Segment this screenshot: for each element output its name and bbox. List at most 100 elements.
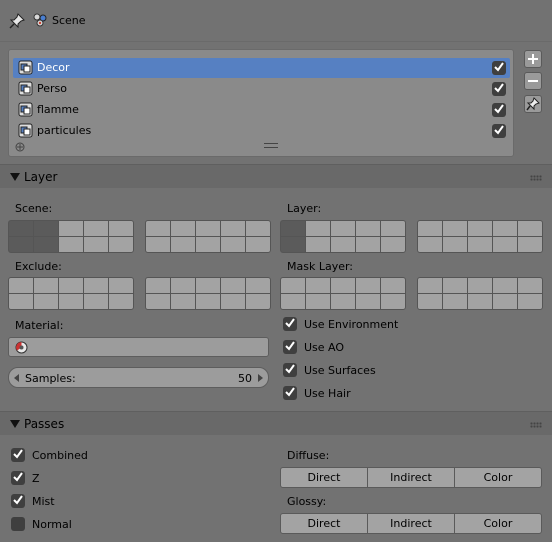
layer-toggle[interactable]: [331, 221, 355, 236]
layer-toggle[interactable]: [84, 221, 108, 236]
layer-toggle[interactable]: [9, 221, 33, 236]
layer-item-particules[interactable]: particules: [13, 121, 510, 141]
layer-toggle[interactable]: [146, 278, 170, 293]
layer-toggle[interactable]: [59, 237, 83, 252]
samples-slider[interactable]: Samples: 50: [8, 367, 269, 388]
remove-layer-button[interactable]: [524, 72, 542, 90]
layer-toggle[interactable]: [443, 294, 467, 309]
layer-toggle[interactable]: [221, 294, 245, 309]
layer-toggle[interactable]: [468, 237, 492, 252]
layer-toggle[interactable]: [306, 294, 330, 309]
layer-toggle[interactable]: [196, 278, 220, 293]
drag-grip-icon[interactable]: [530, 175, 542, 181]
mask-layer-grid-a[interactable]: [280, 277, 406, 310]
combined-pass-checkbox[interactable]: [11, 448, 25, 462]
layer-toggle[interactable]: [171, 221, 195, 236]
layer-toggle[interactable]: [196, 221, 220, 236]
exclude-grid-b[interactable]: [145, 277, 271, 310]
layer-toggle[interactable]: [381, 221, 405, 236]
layer-toggle[interactable]: [109, 294, 133, 309]
layer-toggle[interactable]: [171, 294, 195, 309]
diffuse-pass-buttons[interactable]: Direct Indirect Color: [280, 467, 542, 488]
layer-toggle[interactable]: [246, 221, 270, 236]
layer-toggle[interactable]: [84, 278, 108, 293]
mask-layer-grid-b[interactable]: [417, 277, 543, 310]
layer-toggle[interactable]: [518, 278, 542, 293]
layer-toggle[interactable]: [518, 237, 542, 252]
layer-toggle[interactable]: [246, 294, 270, 309]
layer-toggle[interactable]: [84, 237, 108, 252]
layer-toggle[interactable]: [381, 237, 405, 252]
layer-toggle[interactable]: [493, 221, 517, 236]
scene-layers-grid-a[interactable]: [8, 220, 134, 253]
layer-toggle[interactable]: [418, 294, 442, 309]
layer-toggle[interactable]: [109, 278, 133, 293]
layer-toggle[interactable]: [9, 294, 33, 309]
render-layers-grid-a[interactable]: [280, 220, 406, 253]
layer-toggle[interactable]: [146, 294, 170, 309]
layer-toggle[interactable]: [306, 278, 330, 293]
glossy-direct-button[interactable]: Direct: [281, 514, 368, 533]
layer-toggle[interactable]: [418, 278, 442, 293]
normal-pass-checkbox[interactable]: [11, 517, 25, 531]
use-ao-checkbox[interactable]: [283, 340, 297, 354]
layer-panel-header[interactable]: Layer: [0, 164, 552, 188]
layer-toggle[interactable]: [246, 278, 270, 293]
layer-toggle[interactable]: [34, 278, 58, 293]
layer-toggle[interactable]: [356, 221, 380, 236]
exclude-grid-a[interactable]: [8, 277, 134, 310]
layer-toggle[interactable]: [468, 221, 492, 236]
diffuse-indirect-button[interactable]: Indirect: [368, 468, 455, 487]
diffuse-color-button[interactable]: Color: [455, 468, 541, 487]
layer-toggle[interactable]: [356, 237, 380, 252]
render-layers-grid-b[interactable]: [417, 220, 543, 253]
material-field[interactable]: [8, 337, 269, 357]
z-pass-checkbox[interactable]: [11, 471, 25, 485]
layer-toggle[interactable]: [468, 294, 492, 309]
layer-toggle[interactable]: [518, 221, 542, 236]
layer-toggle[interactable]: [468, 278, 492, 293]
layer-toggle[interactable]: [9, 278, 33, 293]
glossy-pass-buttons[interactable]: Direct Indirect Color: [280, 513, 542, 534]
layer-toggle[interactable]: [281, 221, 305, 236]
layer-toggle[interactable]: [306, 221, 330, 236]
pin-layer-button[interactable]: [524, 95, 542, 113]
layer-toggle[interactable]: [443, 221, 467, 236]
layer-toggle[interactable]: [281, 278, 305, 293]
layer-toggle[interactable]: [59, 294, 83, 309]
layer-toggle[interactable]: [418, 237, 442, 252]
layer-toggle[interactable]: [9, 237, 33, 252]
layer-item-flamme[interactable]: flamme: [13, 100, 510, 120]
layer-toggle[interactable]: [381, 294, 405, 309]
layer-toggle[interactable]: [381, 278, 405, 293]
layer-toggle[interactable]: [34, 237, 58, 252]
layer-toggle[interactable]: [171, 278, 195, 293]
layer-toggle[interactable]: [221, 278, 245, 293]
list-filter-icon[interactable]: [15, 142, 25, 152]
passes-panel-header[interactable]: Passes: [0, 411, 552, 435]
layer-toggle[interactable]: [59, 221, 83, 236]
layer-toggle[interactable]: [221, 237, 245, 252]
layer-toggle[interactable]: [493, 278, 517, 293]
layer-toggle[interactable]: [196, 237, 220, 252]
layer-toggle[interactable]: [493, 294, 517, 309]
layer-toggle[interactable]: [443, 278, 467, 293]
layer-toggle[interactable]: [34, 221, 58, 236]
layer-toggle[interactable]: [418, 221, 442, 236]
layer-toggle[interactable]: [443, 237, 467, 252]
layer-toggle[interactable]: [109, 221, 133, 236]
diffuse-direct-button[interactable]: Direct: [281, 468, 368, 487]
decrement-arrow-icon[interactable]: [14, 374, 19, 382]
layer-enabled-checkbox[interactable]: [492, 103, 506, 117]
layer-toggle[interactable]: [34, 294, 58, 309]
pin-icon[interactable]: [9, 13, 25, 32]
drag-grip-icon[interactable]: [530, 422, 542, 428]
layer-toggle[interactable]: [196, 294, 220, 309]
use-hair-checkbox[interactable]: [283, 386, 297, 400]
layer-toggle[interactable]: [171, 237, 195, 252]
layer-toggle[interactable]: [356, 278, 380, 293]
use-environment-checkbox[interactable]: [283, 317, 297, 331]
layer-enabled-checkbox[interactable]: [492, 61, 506, 75]
layer-toggle[interactable]: [109, 237, 133, 252]
layer-toggle[interactable]: [146, 221, 170, 236]
